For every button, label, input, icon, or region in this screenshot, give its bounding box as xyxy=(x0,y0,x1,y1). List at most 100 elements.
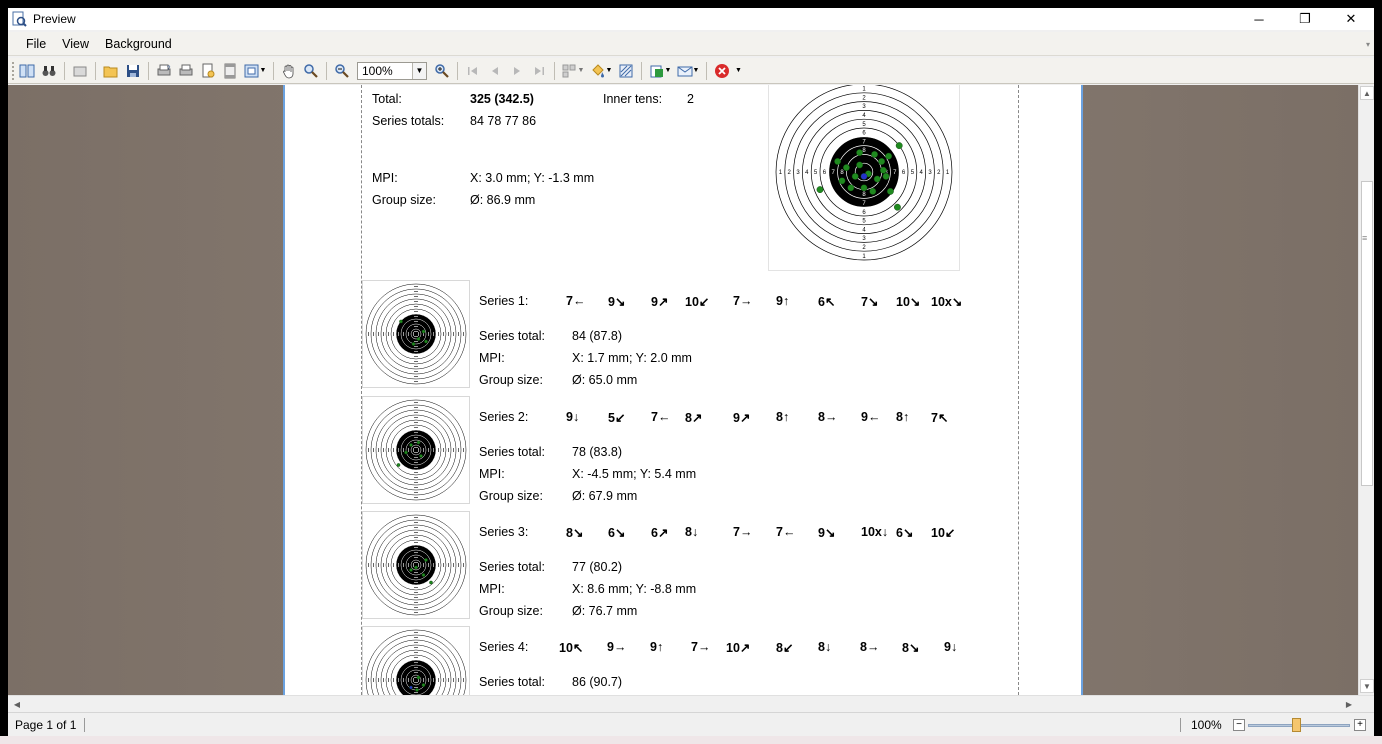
watermark-icon xyxy=(619,64,633,77)
binoculars-icon xyxy=(42,65,56,76)
first-page-button[interactable] xyxy=(462,60,484,82)
export-button[interactable]: ▼ xyxy=(646,60,674,82)
zoom-minus-icon[interactable]: − xyxy=(1233,719,1245,731)
toolbar-overflow-icon[interactable]: ▼ xyxy=(735,67,742,74)
series-label: Series 3: xyxy=(479,525,529,539)
desktop-strip xyxy=(0,736,1382,744)
series-target-image xyxy=(362,626,470,695)
shot-value: 9↘ xyxy=(608,295,626,309)
shot-value: 7↖ xyxy=(931,411,949,425)
shot-value: 7→ xyxy=(733,294,753,308)
customize-button[interactable] xyxy=(69,60,91,82)
printer-icon xyxy=(179,64,193,75)
target-icon xyxy=(365,514,467,616)
scale-button[interactable]: ▼ xyxy=(241,60,269,82)
total-label: Total: xyxy=(372,92,402,106)
scroll-left-icon[interactable]: ◀ xyxy=(10,697,24,711)
menu-overflow-icon[interactable]: ▾ xyxy=(1366,40,1370,49)
find-button[interactable] xyxy=(38,60,60,82)
outline-button[interactable] xyxy=(16,60,38,82)
save-button[interactable] xyxy=(122,60,144,82)
shot-value: 8↑ xyxy=(776,410,790,424)
open-button[interactable] xyxy=(100,60,122,82)
preview-window: Preview ─ ❐ ✕ File View Background ▾ ? ▼ xyxy=(8,8,1374,744)
print-button[interactable] xyxy=(175,60,197,82)
shot-value: 8↘ xyxy=(902,641,920,655)
toolbar: ? ▼ 100% ▼ ▼ ▼ ▼ ▼ ▼ xyxy=(8,58,1374,84)
zoom-out-button[interactable] xyxy=(331,60,353,82)
series-total-label: Series total: xyxy=(479,560,546,574)
inner-tens-label: Inner tens: xyxy=(603,92,663,106)
zoom-plus-icon[interactable]: + xyxy=(1354,719,1366,731)
zoom-slider-thumb[interactable] xyxy=(1292,718,1301,732)
next-page-icon xyxy=(514,66,520,75)
watermark-button[interactable] xyxy=(615,60,637,82)
shot-value: 7→ xyxy=(691,640,711,654)
zoom-select[interactable]: 100% ▼ xyxy=(357,61,427,80)
next-page-button[interactable] xyxy=(506,60,528,82)
series-group-size-value: Ø: 67.9 mm xyxy=(572,489,638,503)
group-size-value: Ø: 86.9 mm xyxy=(470,193,536,207)
window-title: Preview xyxy=(33,12,76,26)
previous-page-button[interactable] xyxy=(484,60,506,82)
magnifier-tool-button[interactable] xyxy=(300,60,322,82)
shot-value: 10↘ xyxy=(896,295,921,309)
last-page-button[interactable] xyxy=(528,60,550,82)
series-group-size-value: Ø: 76.7 mm xyxy=(572,604,638,618)
close-window-button[interactable]: ✕ xyxy=(1328,8,1374,30)
shot-value: 6↗ xyxy=(651,526,669,540)
series-total-value: 86 (90.7) xyxy=(572,675,623,689)
send-email-button[interactable]: ▼ xyxy=(674,60,702,82)
menu-view[interactable]: View xyxy=(54,37,97,51)
series-group-size-label: Group size: xyxy=(479,373,543,387)
shot-value: 10↙ xyxy=(931,526,956,540)
header-footer-button[interactable] xyxy=(219,60,241,82)
customize-icon xyxy=(73,66,87,76)
scroll-down-icon[interactable]: ▼ xyxy=(1360,679,1374,693)
shot-value: 7← xyxy=(566,294,586,308)
shot-value: 9↘ xyxy=(818,526,836,540)
zoom-select-value: 100% xyxy=(362,63,393,78)
shot-value: 9→ xyxy=(607,640,627,654)
color-button[interactable]: ▼ xyxy=(587,60,615,82)
restore-button[interactable]: ❐ xyxy=(1282,8,1328,30)
series-totals-value: 84 78 77 86 xyxy=(470,114,537,128)
shot-value: 10↖ xyxy=(559,641,584,655)
series-mpi-label: MPI: xyxy=(479,582,505,596)
previous-page-icon xyxy=(492,66,498,75)
scroll-up-icon[interactable]: ▲ xyxy=(1360,86,1374,100)
series-total-value: 84 (87.8) xyxy=(572,329,623,343)
vertical-scroll-thumb[interactable] xyxy=(1361,181,1373,486)
vertical-scrollbar[interactable]: ▲ ≡ ▼ xyxy=(1358,85,1374,695)
shot-value: 8↙ xyxy=(776,641,794,655)
minimize-button[interactable]: ─ xyxy=(1236,8,1282,30)
page-setup-button[interactable] xyxy=(197,60,219,82)
chevron-down-icon[interactable]: ▼ xyxy=(412,62,426,79)
series-target-image xyxy=(362,396,470,504)
series-total-value: 77 (80.2) xyxy=(572,560,623,574)
shot-value: 9↗ xyxy=(733,411,751,425)
series-group-size-value: Ø: 65.0 mm xyxy=(572,373,638,387)
scroll-right-icon[interactable]: ▶ xyxy=(1342,697,1356,711)
print-dialog-button[interactable]: ? xyxy=(153,60,175,82)
paint-bucket-icon xyxy=(591,63,604,77)
shot-value: 6↘ xyxy=(896,526,914,540)
series-totals-label: Series totals: xyxy=(372,114,445,128)
multiple-pages-button[interactable]: ▼ xyxy=(559,60,587,82)
shot-value: 10↙ xyxy=(685,295,710,309)
hand-tool-button[interactable] xyxy=(278,60,300,82)
status-bar: Page 1 of 1 100% − + xyxy=(8,712,1374,736)
series-mpi-value: X: 8.6 mm; Y: -8.8 mm xyxy=(572,582,697,596)
preview-viewport[interactable]: Total: 325 (342.5) Inner tens: 2 Series … xyxy=(8,85,1358,695)
series-total-value: 78 (83.8) xyxy=(572,445,623,459)
menu-background[interactable]: Background xyxy=(97,37,180,51)
outline-icon xyxy=(19,64,35,77)
shot-value: 9↓ xyxy=(566,410,580,424)
horizontal-scrollbar[interactable]: ◀ ▶ xyxy=(8,695,1374,711)
close-preview-button[interactable] xyxy=(711,60,733,82)
menu-file[interactable]: File xyxy=(18,37,54,51)
series-mpi-value: X: -4.5 mm; Y: 5.4 mm xyxy=(572,467,697,481)
zoom-slider[interactable]: − + xyxy=(1228,717,1368,733)
zoom-in-button[interactable] xyxy=(431,60,453,82)
save-icon xyxy=(127,64,139,77)
